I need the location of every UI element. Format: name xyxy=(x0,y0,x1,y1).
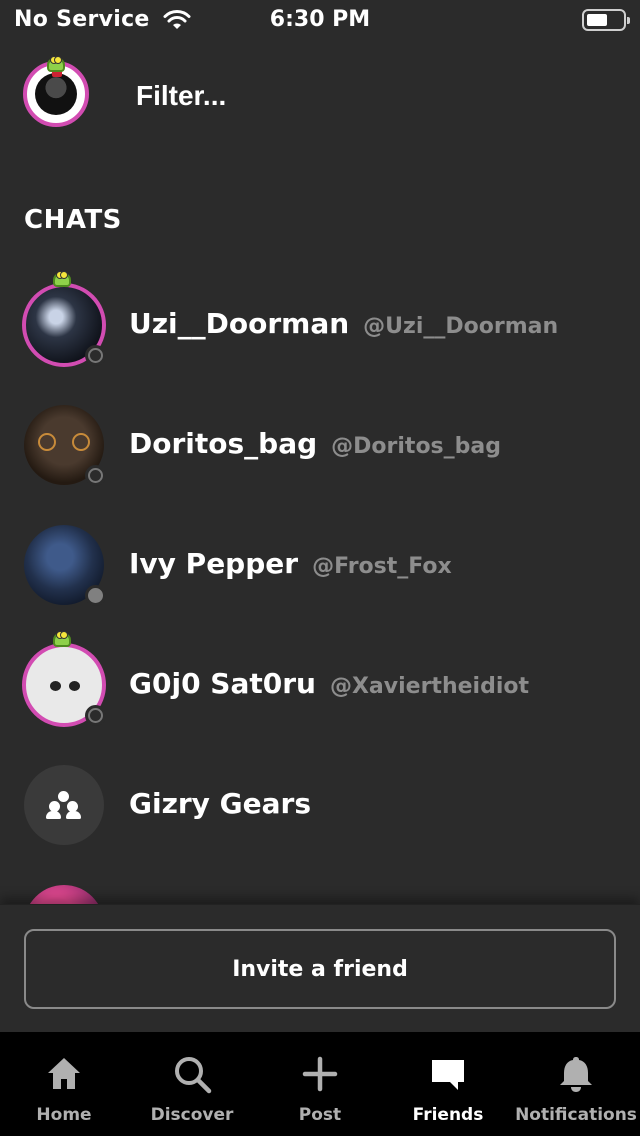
group-icon xyxy=(46,789,82,821)
invite-panel: Invite a friend xyxy=(0,904,640,1032)
chat-list: Uzi__Doorman @Uzi__Doorman Doritos_bag @Do… xyxy=(0,265,640,905)
chat-name: G0j0 Sat0ru xyxy=(129,667,316,700)
app-screen: No Service 6:30 PM Filter... CHATS Uzi__… xyxy=(0,0,640,1136)
presence-indicator xyxy=(85,585,106,606)
search-icon xyxy=(175,1057,212,1094)
invite-friend-button[interactable]: Invite a friend xyxy=(24,929,616,1009)
home-icon xyxy=(48,1058,80,1089)
tab-post[interactable]: Post xyxy=(256,1032,384,1136)
avatar xyxy=(24,765,104,845)
chat-bubble-icon xyxy=(432,1060,464,1090)
chat-handle: @Frost_Fox xyxy=(312,554,452,579)
chat-name: Uzi__Doorman xyxy=(129,307,350,340)
avatar xyxy=(24,885,104,905)
chat-handle: @Uzi__Doorman xyxy=(363,314,559,339)
chat-row-gizry[interactable]: Gizry Gears xyxy=(0,745,640,865)
presence-indicator xyxy=(85,465,106,486)
tab-label: Post xyxy=(298,1105,342,1125)
header: Filter... xyxy=(0,50,640,150)
tab-home[interactable]: Home xyxy=(0,1032,128,1136)
plus-icon xyxy=(302,1056,338,1092)
frog-badge-icon xyxy=(53,631,71,647)
section-title: CHATS xyxy=(24,205,122,235)
frog-badge-icon xyxy=(47,56,65,72)
clock: 6:30 PM xyxy=(269,7,371,32)
status-bar: No Service 6:30 PM xyxy=(0,0,640,40)
tab-label: Home xyxy=(36,1105,92,1125)
chat-handle: @Xaviertheidiot xyxy=(329,674,529,699)
tab-label: Notifications xyxy=(515,1105,637,1125)
tab-label: Discover xyxy=(150,1105,234,1125)
bell-icon xyxy=(560,1057,592,1092)
chat-name: Gizry Gears xyxy=(129,787,312,820)
chat-row-partial[interactable] xyxy=(0,865,640,905)
tab-notifications[interactable]: Notifications xyxy=(512,1032,640,1136)
presence-indicator xyxy=(85,345,106,366)
chat-row-doritos[interactable]: Doritos_bag @Doritos_bag xyxy=(0,385,640,505)
chat-handle: @Doritos_bag xyxy=(331,434,501,459)
tab-label: Friends xyxy=(412,1105,484,1125)
tab-bar: Home Discover Post Friends Notifications xyxy=(0,1032,640,1136)
chat-name: Doritos_bag xyxy=(129,427,318,460)
chat-name: Ivy Pepper xyxy=(129,547,299,580)
tab-discover[interactable]: Discover xyxy=(128,1032,256,1136)
filter-button[interactable]: Filter... xyxy=(136,80,226,112)
battery-icon xyxy=(582,9,630,31)
frog-badge-icon xyxy=(53,271,71,287)
presence-indicator xyxy=(85,705,106,726)
chat-row-gojo[interactable]: G0j0 Sat0ru @Xaviertheidiot xyxy=(0,625,640,745)
chat-row-uzi[interactable]: Uzi__Doorman @Uzi__Doorman xyxy=(0,265,640,385)
chat-row-ivy[interactable]: Ivy Pepper @Frost_Fox xyxy=(0,505,640,625)
tab-friends[interactable]: Friends xyxy=(384,1032,512,1136)
